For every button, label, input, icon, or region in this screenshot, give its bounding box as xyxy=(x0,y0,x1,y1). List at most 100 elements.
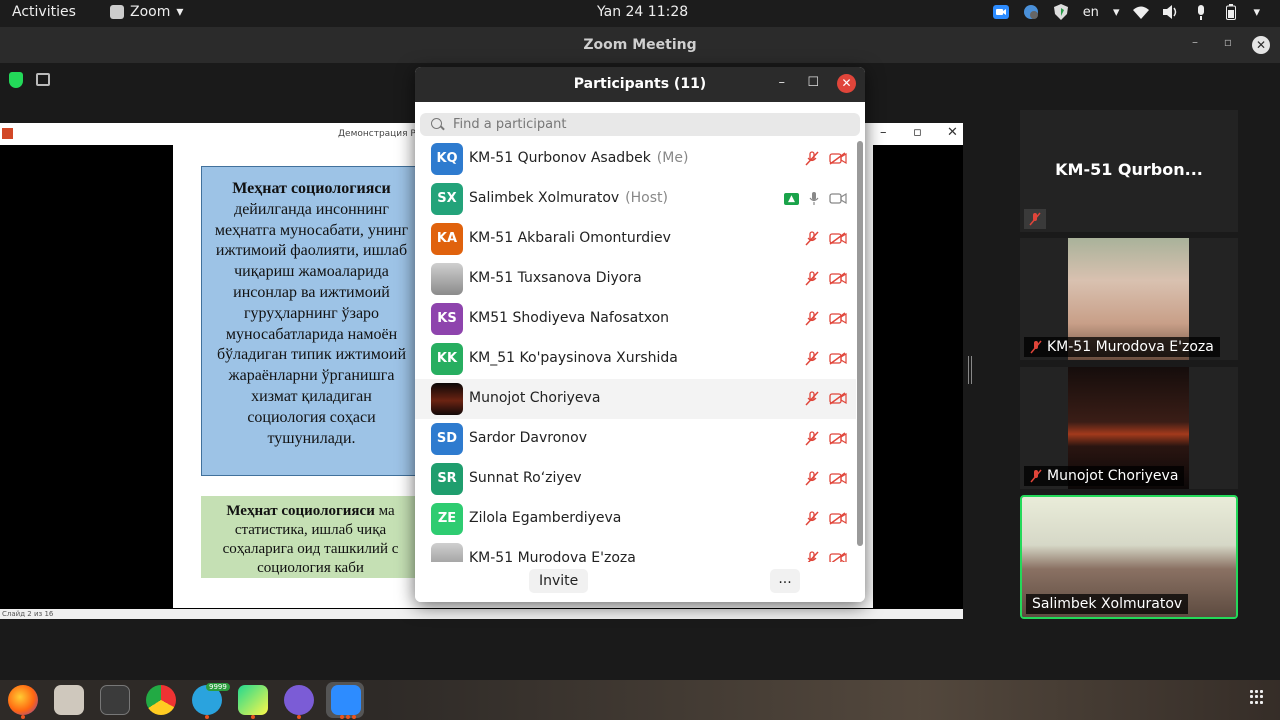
muted-mic-icon[interactable] xyxy=(805,471,819,486)
muted-mic-icon[interactable] xyxy=(805,391,819,406)
close-window-button[interactable]: ✕ xyxy=(1252,36,1270,54)
activities-button[interactable]: Activities xyxy=(12,4,76,20)
chrome-icon[interactable] xyxy=(146,685,176,715)
participant-name: KM_51 Ko'paysinova Xurshida xyxy=(469,350,678,366)
zoom-window-titlebar: Zoom Meeting – ▫ ✕ xyxy=(0,27,1280,63)
name-tag: KM-51 Murodova E'zoza xyxy=(1024,337,1220,357)
participant-row[interactable]: SX Salimbek Xolmuratov (Host) ▲ xyxy=(415,179,856,219)
minimize-button[interactable]: – xyxy=(1192,35,1198,49)
participant-avatar: KQ xyxy=(431,143,463,175)
share-app-icon[interactable] xyxy=(284,685,314,715)
video-off-icon[interactable] xyxy=(829,272,847,285)
participant-row[interactable]: ZE Zilola Egamberdiyeva xyxy=(415,499,856,539)
meeting-info-icon[interactable] xyxy=(36,73,50,86)
video-off-icon[interactable] xyxy=(829,472,847,485)
participant-name: Salimbek Xolmuratov xyxy=(1032,596,1183,612)
running-indicator xyxy=(251,715,255,719)
participant-status-icons xyxy=(805,471,847,486)
panel-close-button[interactable]: ✕ xyxy=(837,74,856,93)
video-tile[interactable]: KM-51 Murodova E'zoza xyxy=(1020,238,1238,360)
participant-name-cell: KM51 Shodiyeva Nafosatxon xyxy=(469,310,669,326)
panel-minimize-button[interactable]: – xyxy=(779,75,786,90)
battery-icon[interactable] xyxy=(1223,4,1239,20)
muted-mic-icon[interactable] xyxy=(805,271,819,286)
participant-row[interactable]: Munojot Choriyeva xyxy=(415,379,856,419)
participant-avatar: ZE xyxy=(431,503,463,535)
related-line: соҳаларига оид ташкилий с xyxy=(222,541,399,557)
video-off-icon[interactable] xyxy=(829,232,847,245)
app-menu[interactable]: Zoom ▾ xyxy=(110,4,183,20)
caret-down-icon: ▾ xyxy=(176,4,184,20)
shield-tray-icon[interactable] xyxy=(1053,4,1069,20)
window-title: Zoom Meeting xyxy=(583,37,697,53)
video-off-icon[interactable] xyxy=(829,432,847,445)
more-options-button[interactable]: ... xyxy=(770,569,800,593)
related-line: социология каби xyxy=(257,560,364,576)
dock xyxy=(0,680,1280,720)
participant-avatar: SX xyxy=(431,183,463,215)
muted-mic-icon[interactable] xyxy=(805,511,819,526)
invite-button[interactable]: Invite xyxy=(529,569,589,593)
related-heading: Меҳнат социологияси xyxy=(226,503,375,519)
zoom-app-icon xyxy=(110,5,124,19)
show-applications-icon[interactable] xyxy=(1250,690,1264,704)
participant-name: KM51 Shodiyeva Nafosatxon xyxy=(469,310,670,326)
video-tile[interactable]: KM-51 Qurbon... xyxy=(1020,110,1238,232)
video-icon[interactable] xyxy=(829,192,847,205)
muted-mic-icon[interactable] xyxy=(805,151,819,166)
participant-row[interactable]: KM-51 Murodova E'zoza xyxy=(415,539,856,562)
maximize-button[interactable]: ▫ xyxy=(1224,35,1232,49)
participant-search-input[interactable]: Find a participant xyxy=(420,113,860,136)
participants-footer: Invite ... xyxy=(415,562,865,602)
vpn-globe-icon[interactable] xyxy=(1023,4,1039,20)
active-speaker-tile[interactable]: Salimbek Xolmuratov xyxy=(1020,495,1238,619)
participant-row[interactable]: SD Sardor Davronov xyxy=(415,419,856,459)
muted-mic-icon[interactable] xyxy=(805,351,819,366)
video-off-icon[interactable] xyxy=(829,312,847,325)
files-icon[interactable] xyxy=(54,685,84,715)
terminal-icon[interactable] xyxy=(100,685,130,715)
participant-row[interactable]: KM-51 Tuxsanova Diyora xyxy=(415,259,856,299)
video-tile[interactable]: Munojot Choriyeva xyxy=(1020,367,1238,489)
video-off-icon[interactable] xyxy=(829,512,847,525)
participants-title: Participants (11) xyxy=(573,76,707,92)
participant-list-scrollbar[interactable] xyxy=(857,141,863,546)
ppt-status-bar: Слайд 2 из 16 xyxy=(0,609,963,619)
participant-row[interactable]: KS KM51 Shodiyeva Nafosatxon xyxy=(415,299,856,339)
participant-row[interactable]: KQ KM-51 Qurbonov Asadbek (Me) xyxy=(415,139,856,179)
zoom-tray-icon[interactable] xyxy=(992,4,1009,20)
muted-mic-icon[interactable] xyxy=(805,231,819,246)
participant-status-icons xyxy=(805,551,847,562)
search-icon xyxy=(431,118,442,129)
muted-mic-icon[interactable] xyxy=(805,431,819,446)
participant-row[interactable]: KA KM-51 Akbarali Omonturdiev xyxy=(415,219,856,259)
muted-mic-icon xyxy=(1030,340,1042,354)
muted-mic-icon[interactable] xyxy=(805,551,819,562)
video-off-icon[interactable] xyxy=(829,352,847,365)
participant-role: (Host) xyxy=(625,190,668,206)
pycharm-icon[interactable] xyxy=(238,685,268,715)
scrollbar-thumb[interactable] xyxy=(857,141,863,546)
definition-line: тушунилади. xyxy=(267,429,356,447)
participants-panel: Participants (11) – ☐ ✕ Find a participa… xyxy=(415,67,865,602)
muted-mic-icon[interactable] xyxy=(805,311,819,326)
video-off-icon[interactable] xyxy=(829,392,847,405)
definition-line: бўладиган типик ижтимоий xyxy=(216,346,407,364)
clock[interactable]: Yan 24 11:28 xyxy=(597,4,688,20)
video-off-icon[interactable] xyxy=(829,552,847,562)
language-indicator[interactable]: en xyxy=(1083,5,1099,20)
participant-row[interactable]: KK KM_51 Ko'paysinova Xurshida xyxy=(415,339,856,379)
participant-name: Zilola Egamberdiyeva xyxy=(469,510,622,526)
wifi-icon[interactable] xyxy=(1133,4,1150,20)
video-off-icon[interactable] xyxy=(829,152,847,165)
encryption-shield-icon[interactable] xyxy=(9,72,23,88)
volume-icon[interactable] xyxy=(1163,4,1179,20)
firefox-icon[interactable] xyxy=(8,685,38,715)
mic-on-icon[interactable] xyxy=(809,191,819,206)
panel-maximize-button[interactable]: ☐ xyxy=(807,75,819,90)
layout-splitter[interactable] xyxy=(968,356,972,384)
microphone-icon[interactable] xyxy=(1193,4,1209,20)
participant-row[interactable]: SR Sunnat Ro‘ziyev xyxy=(415,459,856,499)
system-menu-caret-icon[interactable]: ▾ xyxy=(1253,5,1260,20)
zoom-dock-icon[interactable] xyxy=(331,685,361,715)
